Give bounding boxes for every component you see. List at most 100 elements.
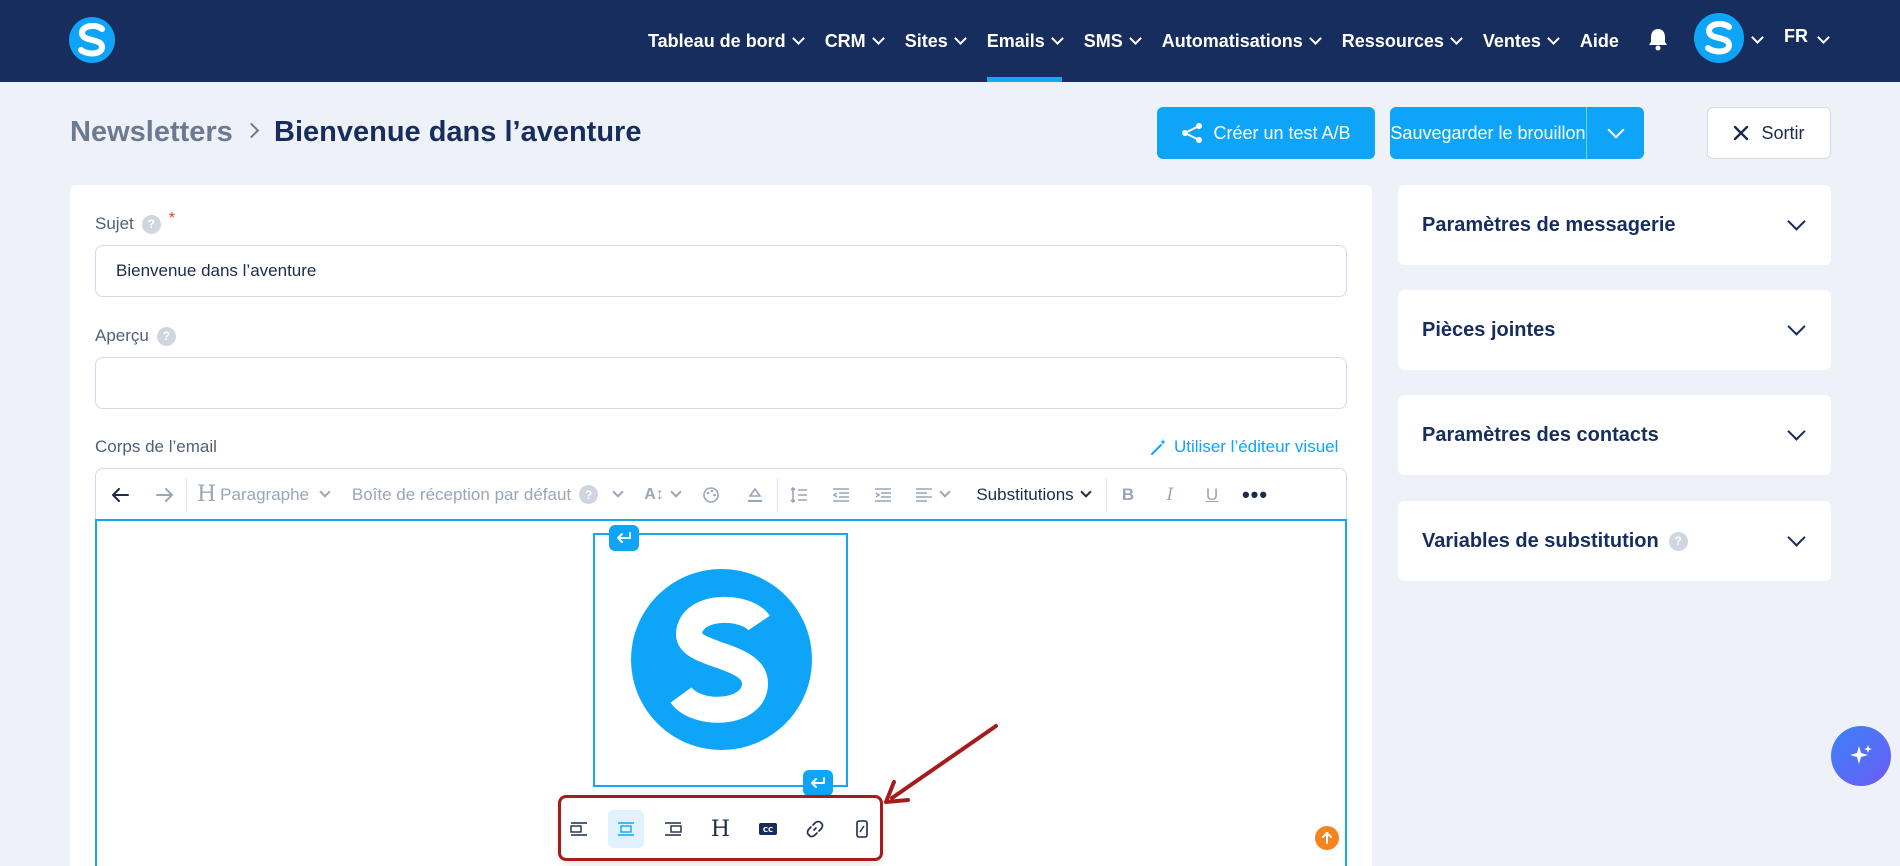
chevron-down-icon xyxy=(1787,212,1806,231)
subject-label: Sujet xyxy=(95,214,134,233)
nav-item-label: Ressources xyxy=(1341,30,1444,51)
magic-wand-icon xyxy=(1151,439,1166,455)
chevron-down-icon xyxy=(953,32,967,45)
chevron-down-icon xyxy=(939,486,951,498)
nav-item-emails[interactable]: Emails xyxy=(986,0,1064,82)
substitution-variables-panel[interactable]: Variables de substitution ? xyxy=(1398,501,1831,581)
nav-item-sms[interactable]: SMS xyxy=(1083,0,1142,82)
visual-editor-label: Utiliser l’éditeur visuel xyxy=(1174,437,1339,456)
subject-label-row: Sujet ? * xyxy=(95,210,175,234)
contact-settings-panel[interactable]: Paramètres des contacts xyxy=(1398,395,1831,475)
nav-item-sales[interactable]: Ventes xyxy=(1482,0,1560,82)
align-left-icon xyxy=(916,487,932,502)
nav-item-label: Automatisations xyxy=(1161,30,1303,51)
close-icon xyxy=(1734,125,1749,141)
font-size-icon: A↕ xyxy=(644,485,664,503)
indent-icon[interactable] xyxy=(862,469,904,521)
help-icon[interactable]: ? xyxy=(156,326,176,346)
save-draft-button[interactable]: Sauvegarder le brouillon xyxy=(1390,107,1644,159)
language-selector[interactable]: FR xyxy=(1784,26,1808,47)
annotation-highlight-box xyxy=(558,795,883,861)
chevron-down-icon xyxy=(612,486,624,498)
bell-icon[interactable] xyxy=(1647,27,1669,51)
top-navigation: Tableau de bord CRM Sites Emails SMS Aut… xyxy=(0,0,1900,82)
substitutions-dropdown[interactable]: Substitutions xyxy=(960,469,1106,521)
enter-icon[interactable] xyxy=(803,770,833,796)
chevron-down-icon xyxy=(1787,528,1806,547)
editor-toolbar: H Paragraphe Boîte de réception par défa… xyxy=(95,468,1347,520)
ai-assistant-button[interactable] xyxy=(1831,726,1891,786)
chevron-down-icon xyxy=(1607,121,1624,139)
font-size-dropdown[interactable]: A↕ xyxy=(635,469,689,521)
nav-item-label: Emails xyxy=(986,30,1045,51)
undo-icon[interactable] xyxy=(96,469,144,521)
annotation-arrow-icon xyxy=(884,724,998,804)
help-icon[interactable]: ? xyxy=(579,485,599,504)
chevron-down-icon xyxy=(1128,32,1142,45)
highlight-color-icon[interactable] xyxy=(733,469,777,521)
chevron-down-icon xyxy=(1547,32,1560,45)
breadcrumb-parent[interactable]: Newsletters xyxy=(70,116,233,149)
paragraph-label: Paragraphe xyxy=(220,484,310,504)
nav-item-help[interactable]: Aide xyxy=(1580,0,1619,82)
panel-title: Variables de substitution xyxy=(1422,529,1659,552)
save-options-dropdown[interactable] xyxy=(1587,107,1644,159)
chevron-down-icon xyxy=(1308,32,1322,45)
nav-item-resources[interactable]: Ressources xyxy=(1341,0,1463,82)
nav-item-label: Ventes xyxy=(1482,30,1541,51)
nav-item-sites[interactable]: Sites xyxy=(905,0,967,82)
chevron-down-icon[interactable] xyxy=(1751,31,1764,44)
nav-item-label: SMS xyxy=(1083,30,1123,51)
exit-label: Sortir xyxy=(1761,122,1805,143)
chevron-right-icon xyxy=(243,122,260,139)
preview-label: Aperçu xyxy=(95,326,149,345)
text-color-icon[interactable] xyxy=(689,469,733,521)
messaging-settings-panel[interactable]: Paramètres de messagerie xyxy=(1398,185,1831,265)
chevron-down-icon[interactable] xyxy=(1817,31,1830,44)
heading-icon: H xyxy=(196,482,217,507)
visual-editor-link[interactable]: Utiliser l’éditeur visuel xyxy=(1150,437,1338,457)
save-draft-label: Sauvegarder le brouillon xyxy=(1390,122,1586,143)
help-icon[interactable]: ? xyxy=(141,214,161,234)
alignment-dropdown[interactable] xyxy=(904,469,960,521)
scroll-top-icon[interactable] xyxy=(1315,826,1339,850)
panel-title: Paramètres de messagerie xyxy=(1422,213,1676,236)
brand-logo-image[interactable] xyxy=(631,569,812,750)
underline-icon[interactable]: U xyxy=(1191,469,1233,521)
share-icon xyxy=(1182,123,1203,143)
help-icon[interactable]: ? xyxy=(1668,531,1688,551)
nav-item-crm[interactable]: CRM xyxy=(825,0,885,82)
ab-test-button[interactable]: Créer un test A/B xyxy=(1157,107,1375,159)
substitutions-label: Substitutions xyxy=(976,484,1074,504)
preview-input[interactable] xyxy=(95,357,1347,409)
preview-label-row: Aperçu ? xyxy=(95,326,176,346)
nav-item-label: Tableau de bord xyxy=(648,30,786,51)
redo-icon[interactable] xyxy=(144,469,186,521)
outdent-icon[interactable] xyxy=(820,469,862,521)
brand-logo[interactable] xyxy=(69,17,115,63)
nav-menu: Tableau de bord CRM Sites Emails SMS Aut… xyxy=(648,0,1641,82)
chevron-down-icon xyxy=(319,486,331,498)
attachments-panel[interactable]: Pièces jointes xyxy=(1398,290,1831,370)
italic-icon[interactable]: I xyxy=(1149,469,1191,521)
chevron-down-icon xyxy=(1787,317,1806,336)
enter-icon[interactable] xyxy=(609,525,639,551)
panel-title: Paramètres des contacts xyxy=(1422,423,1659,446)
chevron-down-icon xyxy=(670,486,682,498)
paragraph-style-dropdown[interactable]: H Paragraphe xyxy=(187,469,339,521)
nav-item-dashboard[interactable]: Tableau de bord xyxy=(648,0,805,82)
more-options-icon[interactable]: ••• xyxy=(1233,469,1277,521)
avatar[interactable] xyxy=(1694,13,1744,63)
bold-icon[interactable]: B xyxy=(1107,469,1149,521)
nav-item-automations[interactable]: Automatisations xyxy=(1161,0,1322,82)
chevron-down-icon xyxy=(1080,486,1092,498)
inbox-label: Boîte de réception par défaut xyxy=(351,484,572,504)
panel-title: Pièces jointes xyxy=(1422,318,1556,341)
chevron-down-icon xyxy=(1050,32,1064,45)
chevron-down-icon xyxy=(871,32,885,45)
inbox-preset-dropdown[interactable]: Boîte de réception par défaut ? xyxy=(339,469,635,521)
exit-button[interactable]: Sortir xyxy=(1707,107,1831,159)
nav-item-label: Aide xyxy=(1579,30,1619,51)
subject-input[interactable]: Bienvenue dans l’aventure xyxy=(95,245,1347,297)
line-height-icon[interactable] xyxy=(778,469,820,521)
